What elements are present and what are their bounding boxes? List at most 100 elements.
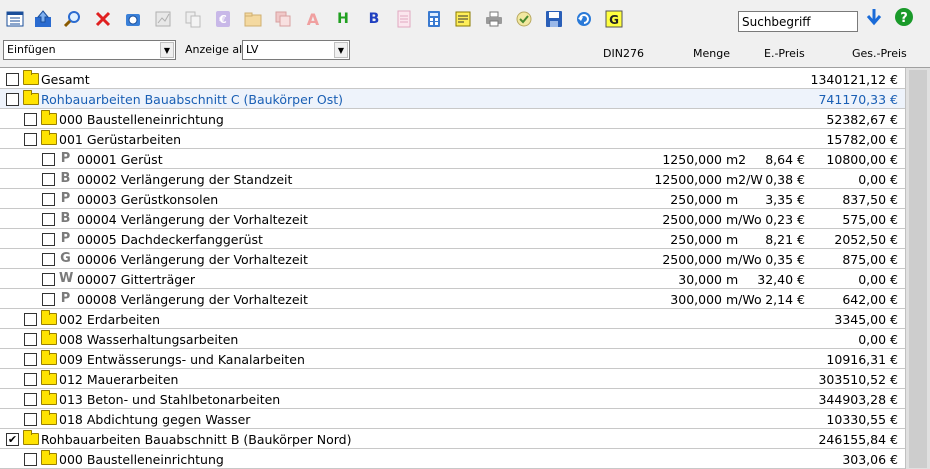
table-row-position[interactable]: P 00001 Gerüst 1250,000 m2 8,64 € 10800,00 € — [0, 149, 905, 169]
search-icon[interactable] — [62, 9, 82, 29]
table-row-group[interactable]: 012 Mauerarbeiten 303510,52 € — [0, 369, 905, 389]
row-quantity: 300,000 — [670, 292, 722, 307]
svg-text:G: G — [609, 13, 619, 27]
table-row-group[interactable]: 013 Beton- und Stahlbetonarbeiten 344903,… — [0, 389, 905, 409]
table-row-position[interactable]: G 00006 Verlängerung der Vorhaltezeit 2500… — [0, 249, 905, 269]
row-unit-price: 8,64 € — [765, 152, 805, 167]
row-label: 008 Wasserhaltungsarbeiten — [59, 332, 239, 347]
row-checkbox[interactable] — [42, 293, 55, 306]
row-total: 642,00 € — [842, 292, 898, 307]
list-icon[interactable] — [5, 9, 25, 29]
position-type-icon: G — [60, 251, 71, 266]
search-input[interactable] — [738, 11, 858, 32]
table-row-position[interactable]: P 00005 Dachdeckerfanggerüst 250,000 m 8,21 … — [0, 229, 905, 249]
position-type-icon: P — [60, 191, 71, 206]
table-row-group[interactable]: 008 Wasserhaltungsarbeiten 0,00 € — [0, 329, 905, 349]
column-header-unit-price[interactable]: E.-Preis — [764, 47, 805, 60]
row-label: 000 Baustelleneinrichtung — [59, 452, 224, 467]
folder-icon — [23, 430, 39, 445]
row-checkbox[interactable] — [24, 453, 37, 466]
row-label: 00008 Verlängerung der Vorhaltezeit — [77, 292, 308, 307]
row-label: 00003 Gerüstkonsolen — [77, 192, 219, 207]
table-row-group[interactable]: Gesamt 1340121,12 € — [0, 69, 905, 89]
camera-icon[interactable] — [123, 9, 143, 29]
euro-icon[interactable]: € — [213, 9, 233, 29]
row-checkbox[interactable] — [42, 173, 55, 186]
row-checkbox[interactable] — [6, 93, 19, 106]
position-type-icon: P — [60, 231, 71, 246]
document-icon[interactable] — [394, 9, 414, 29]
folder-icon — [41, 410, 57, 425]
row-label: Gesamt — [41, 72, 90, 87]
column-header-total-price[interactable]: Ges.-Preis — [852, 47, 907, 60]
text-a-icon[interactable]: A — [303, 9, 323, 29]
row-checkbox[interactable] — [42, 233, 55, 246]
row-label: 00007 Gitterträger — [77, 272, 195, 287]
row-checkbox[interactable] — [42, 153, 55, 166]
row-checkbox[interactable] — [42, 273, 55, 286]
boq-tree: Gesamt 1340121,12 € Rohbauarbeiten Bauabsc… — [0, 67, 930, 469]
table-row-group[interactable]: 002 Erdarbeiten 3345,00 € — [0, 309, 905, 329]
refresh-icon[interactable] — [574, 9, 594, 29]
row-checkbox[interactable] — [24, 113, 37, 126]
row-checkbox[interactable] — [42, 213, 55, 226]
row-label: 001 Gerüstarbeiten — [59, 132, 182, 147]
table-row-position[interactable]: B 00004 Verlängerung der Vorhaltezeit 2500… — [0, 209, 905, 229]
download-arrow-icon[interactable] — [864, 7, 884, 27]
save-icon[interactable] — [544, 9, 564, 29]
app-window: € A H B G Suchbegriff ? Einfügen ▼ Anzei… — [0, 0, 930, 469]
delete-icon[interactable] — [93, 9, 113, 29]
help-icon[interactable]: ? — [894, 7, 914, 27]
table-row-group[interactable]: 000 Baustelleneinrichtung 52382,67 € — [0, 109, 905, 129]
row-checkbox[interactable] — [24, 393, 37, 406]
vertical-scrollbar[interactable] — [905, 68, 930, 469]
table-row-position[interactable]: B 00002 Verlängerung der Standzeit 12500,0… — [0, 169, 905, 189]
row-checkbox[interactable] — [24, 373, 37, 386]
g-icon[interactable]: G — [604, 9, 624, 29]
table-row-position[interactable]: P 00008 Verlängerung der Vorhaltezeit 300,… — [0, 289, 905, 309]
table-row-group[interactable]: 018 Abdichtung gegen Wasser 10330,55 € — [0, 409, 905, 429]
table-row-position[interactable]: W 00007 Gitterträger 30,000 m 32,40 € 0,00 € — [0, 269, 905, 289]
row-checkbox[interactable] — [24, 353, 37, 366]
table-row-group[interactable]: 001 Gerüstarbeiten 15782,00 € — [0, 129, 905, 149]
row-label: Rohbauarbeiten Bauabschnitt C (Baukörper… — [41, 92, 344, 107]
copy-table-icon[interactable] — [273, 9, 293, 29]
row-total: 303510,52 € — [818, 372, 898, 387]
folder-table-icon[interactable] — [243, 9, 263, 29]
upload-icon[interactable] — [33, 9, 53, 29]
chevron-down-icon[interactable]: ▼ — [160, 42, 174, 58]
table-row-group[interactable]: 000 Baustelleneinrichtung 303,06 € — [0, 449, 905, 469]
printer-icon[interactable] — [484, 9, 504, 29]
chevron-down-icon[interactable]: ▼ — [334, 42, 348, 58]
calculator-icon[interactable] — [424, 9, 444, 29]
row-checkbox[interactable] — [6, 73, 19, 86]
svg-text:€: € — [218, 13, 227, 26]
scrollbar-thumb[interactable] — [909, 70, 927, 468]
chart-icon[interactable] — [153, 9, 173, 29]
copy-icon[interactable] — [183, 9, 203, 29]
bold-b-icon[interactable]: B — [364, 9, 384, 29]
row-checkbox[interactable]: ✔ — [6, 433, 19, 446]
row-checkbox[interactable] — [42, 253, 55, 266]
row-checkbox[interactable] — [24, 413, 37, 426]
row-checkbox[interactable] — [24, 133, 37, 146]
row-checkbox[interactable] — [42, 193, 55, 206]
row-quantity: 250,000 — [670, 232, 722, 247]
row-unit: m — [726, 192, 739, 207]
table-row-position[interactable]: P 00003 Gerüstkonsolen 250,000 m 3,35 € 837,5… — [0, 189, 905, 209]
mode-select[interactable]: Einfügen ▼ — [3, 40, 176, 60]
table-row-group[interactable]: Rohbauarbeiten Bauabschnitt C (Baukörper… — [0, 89, 905, 109]
column-header-quantity[interactable]: Menge — [693, 47, 730, 60]
row-checkbox[interactable] — [24, 313, 37, 326]
check-circle-icon[interactable] — [514, 9, 534, 29]
folder-icon — [41, 330, 57, 345]
heading-h-icon[interactable]: H — [333, 9, 353, 29]
table-row-group[interactable]: ✔ Rohbauarbeiten Bauabschnitt B (Baukörpe… — [0, 429, 905, 449]
row-checkbox[interactable] — [24, 333, 37, 346]
row-label: 002 Erdarbeiten — [59, 312, 160, 327]
view-select[interactable]: LV ▼ — [242, 40, 350, 60]
table-row-group[interactable]: 009 Entwässerungs- und Kanalarbeiten 1091… — [0, 349, 905, 369]
column-header-din276[interactable]: DIN276 — [603, 47, 644, 60]
row-label: 00006 Verlängerung der Vorhaltezeit — [77, 252, 308, 267]
note-icon[interactable] — [453, 9, 473, 29]
